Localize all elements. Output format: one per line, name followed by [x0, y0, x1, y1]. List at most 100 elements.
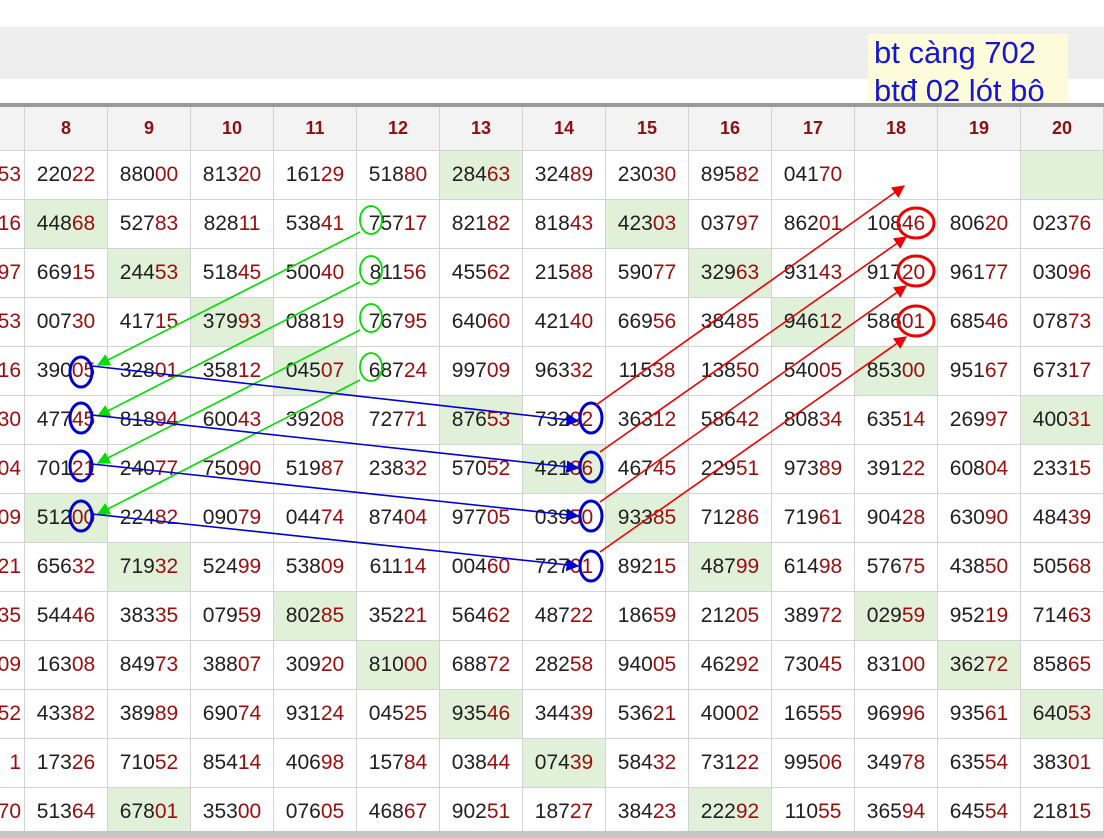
- result-cell: 810 00: [357, 641, 440, 690]
- result-cell: 383 35: [108, 592, 191, 641]
- result-cell: 220 22: [25, 151, 108, 200]
- result-cell: 828 11: [191, 200, 274, 249]
- result-cell: 969 96: [855, 690, 938, 739]
- result-cell: 688 72: [440, 641, 523, 690]
- column-header[interactable]: 19: [938, 107, 1021, 151]
- result-cell: 282 58: [523, 641, 606, 690]
- result-cell: 487 22: [523, 592, 606, 641]
- column-header[interactable]: 15: [606, 107, 689, 151]
- result-cell: 187 27: [523, 788, 606, 837]
- result-cell: 635 14: [855, 396, 938, 445]
- result-cell: 540 05: [772, 347, 855, 396]
- result-cell: 570 52: [440, 445, 523, 494]
- result-cell: 600 43: [191, 396, 274, 445]
- result-cell: 630 90: [938, 494, 1021, 543]
- column-header[interactable]: 18: [855, 107, 938, 151]
- result-cell: 669 15: [25, 249, 108, 298]
- result-cell: 362 72: [938, 641, 1021, 690]
- column-header[interactable]: 10: [191, 107, 274, 151]
- result-cell: 931 43: [772, 249, 855, 298]
- result-cell: 238 32: [357, 445, 440, 494]
- result-cell: 390 05: [25, 347, 108, 396]
- result-cell: 391 22: [855, 445, 938, 494]
- result-cell: 645 54: [938, 788, 1021, 837]
- result-cell: 518 80: [357, 151, 440, 200]
- partial-cell: 1: [0, 739, 25, 788]
- result-cell: 173 26: [25, 739, 108, 788]
- result-cell: 029 59: [855, 592, 938, 641]
- result-cell: 233 15: [1021, 445, 1104, 494]
- column-header[interactable]: 14: [523, 107, 606, 151]
- result-cell: 853 00: [855, 347, 938, 396]
- result-cell: 045 25: [357, 690, 440, 739]
- result-cell: 818 43: [523, 200, 606, 249]
- result-cell: 576 75: [855, 543, 938, 592]
- result-cell: 363 12: [606, 396, 689, 445]
- result-cell: 678 01: [108, 788, 191, 837]
- column-header[interactable]: 13: [440, 107, 523, 151]
- result-cell: 858 65: [1021, 641, 1104, 690]
- result-cell: 538 09: [274, 543, 357, 592]
- result-cell: 935 61: [938, 690, 1021, 739]
- result-cell: 854 14: [191, 739, 274, 788]
- column-header[interactable]: 8: [25, 107, 108, 151]
- result-cell: 352 21: [357, 592, 440, 641]
- result-cell: 468 67: [357, 788, 440, 837]
- column-header[interactable]: 11: [274, 107, 357, 151]
- result-cell: 808 34: [772, 396, 855, 445]
- result-cell: 090 79: [191, 494, 274, 543]
- result-cell: 538 41: [274, 200, 357, 249]
- result-cell: 044 74: [274, 494, 357, 543]
- result-cell: [1021, 151, 1104, 200]
- result-cell: 519 87: [274, 445, 357, 494]
- result-cell: 874 04: [357, 494, 440, 543]
- result-cell: 806 20: [938, 200, 1021, 249]
- result-cell: 940 05: [606, 641, 689, 690]
- result-cell: 902 51: [440, 788, 523, 837]
- partial-cell: 52: [0, 690, 25, 739]
- partial-cell: 21: [0, 543, 25, 592]
- column-header[interactable]: 16: [689, 107, 772, 151]
- result-cell: 880 00: [108, 151, 191, 200]
- result-cell: 389 89: [108, 690, 191, 739]
- result-cell: 719 61: [772, 494, 855, 543]
- result-cell: 041 70: [772, 151, 855, 200]
- result-cell: 951 67: [938, 347, 1021, 396]
- lottery-results-table: 8 9 10 11 12 13 14 15 16 17 18 19 20 53 16 97 53 16 30 04 09…: [0, 0, 1104, 838]
- result-cell: 400 02: [689, 690, 772, 739]
- result-cell: 732 92: [523, 396, 606, 445]
- result-cell: 963 32: [523, 347, 606, 396]
- partial-cell: 53: [0, 298, 25, 347]
- result-cell: 730 45: [772, 641, 855, 690]
- partial-cell: 16: [0, 347, 25, 396]
- result-cell: 324 89: [523, 151, 606, 200]
- result-cell: 895 82: [689, 151, 772, 200]
- result-cell: 701 21: [25, 445, 108, 494]
- result-cell: 513 64: [25, 788, 108, 837]
- result-cell: 818 94: [108, 396, 191, 445]
- result-cell: 731 22: [689, 739, 772, 788]
- result-cell: 328 01: [108, 347, 191, 396]
- column-header[interactable]: 9: [108, 107, 191, 151]
- result-cell: 138 50: [689, 347, 772, 396]
- result-cell: 030 96: [1021, 249, 1104, 298]
- result-cell: 811 56: [357, 249, 440, 298]
- result-cell: 384 23: [606, 788, 689, 837]
- result-cell: 586 01: [855, 298, 938, 347]
- result-cell: 687 24: [357, 347, 440, 396]
- partial-cell: 09: [0, 641, 25, 690]
- result-cell: 977 05: [440, 494, 523, 543]
- result-cell: 423 03: [606, 200, 689, 249]
- column-header[interactable]: 12: [357, 107, 440, 151]
- result-cell: 518 45: [191, 249, 274, 298]
- result-cell: 952 19: [938, 592, 1021, 641]
- result-cell: 344 39: [523, 690, 606, 739]
- partial-cell: 30: [0, 396, 25, 445]
- result-cell: 218 15: [1021, 788, 1104, 837]
- column-header[interactable]: 20: [1021, 107, 1104, 151]
- result-cell: 165 55: [772, 690, 855, 739]
- result-cell: 527 83: [108, 200, 191, 249]
- result-cell: 849 73: [108, 641, 191, 690]
- column-header[interactable]: 17: [772, 107, 855, 151]
- result-cell: 455 62: [440, 249, 523, 298]
